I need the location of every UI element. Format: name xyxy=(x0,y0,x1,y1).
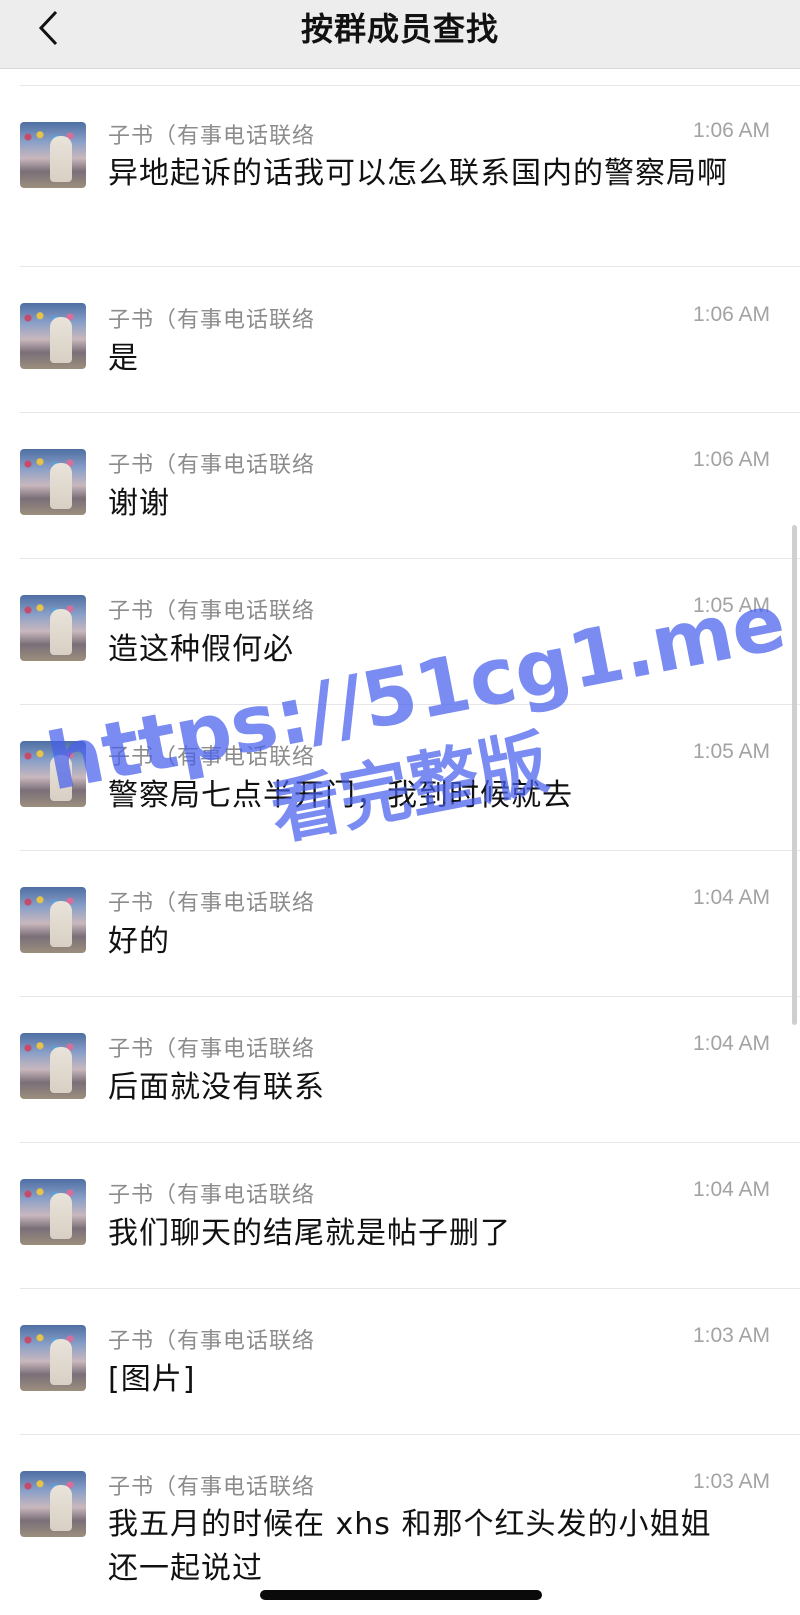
sender-name: 子书（有事电话联络 xyxy=(108,1329,316,1354)
home-indicator[interactable] xyxy=(260,1590,542,1600)
avatar[interactable] xyxy=(20,122,86,188)
sender-name: 子书（有事电话联络 xyxy=(108,1183,316,1208)
message-row[interactable]: 子书（有事电话联络 1:03 AM 我五月的时候在 xhs 和那个红头发的小姐姐… xyxy=(0,1435,800,1615)
message-row[interactable]: 子书（有事电话联络 1:06 AM 是 xyxy=(0,267,800,412)
avatar[interactable] xyxy=(20,1471,86,1537)
message-text: 后面就没有联系 xyxy=(108,1070,325,1105)
sender-name: 子书（有事电话联络 xyxy=(108,1475,316,1500)
message-row[interactable]: 子书（有事电话联络 1:05 AM 造这种假何必 xyxy=(0,559,800,704)
message-time: 1:05 AM xyxy=(692,594,770,617)
message-text: 我们聊天的结尾就是帖子删了 xyxy=(108,1216,511,1251)
message-text: 是 xyxy=(108,341,139,376)
message-text: 谢谢 xyxy=(108,486,170,521)
page-title: 按群成员查找 xyxy=(300,10,499,48)
message-row[interactable]: 子书（有事电话联络 1:04 AM 后面就没有联系 xyxy=(0,997,800,1142)
message-row[interactable]: 子书（有事电话联络 1:04 AM 好的 xyxy=(0,851,800,996)
message-time: 1:03 AM xyxy=(692,1470,770,1493)
navigation-bar: 按群成员查找 xyxy=(0,0,800,69)
message-row[interactable]: 子书（有事电话联络 1:06 AM 异地起诉的话我可以怎么联系国内的警察局啊 xyxy=(0,86,800,266)
message-text: [图片] xyxy=(108,1362,196,1397)
avatar[interactable] xyxy=(20,887,86,953)
message-time: 1:04 AM xyxy=(692,1178,770,1201)
scrollbar[interactable] xyxy=(792,525,797,1025)
message-time: 1:06 AM xyxy=(692,303,770,326)
avatar[interactable] xyxy=(20,1325,86,1391)
message-row[interactable]: 子书（有事电话联络 1:03 AM [图片] xyxy=(0,1289,800,1434)
sender-name: 子书（有事电话联络 xyxy=(108,1037,316,1062)
message-text: 我五月的时候在 xhs 和那个红头发的小姐姐还一起说过 xyxy=(108,1507,712,1586)
message-text: 警察局七点半开门，我到时候就去 xyxy=(108,778,573,813)
message-time: 1:05 AM xyxy=(692,740,770,763)
avatar[interactable] xyxy=(20,303,86,369)
message-row[interactable]: 子书（有事电话联络 1:06 AM 谢谢 xyxy=(0,413,800,558)
sender-name: 子书（有事电话联络 xyxy=(108,124,316,149)
sender-name: 子书（有事电话联络 xyxy=(108,308,316,333)
sender-name: 子书（有事电话联络 xyxy=(108,599,316,624)
message-time: 1:04 AM xyxy=(692,1032,770,1055)
message-time: 1:06 AM xyxy=(692,448,770,471)
avatar[interactable] xyxy=(20,1033,86,1099)
avatar[interactable] xyxy=(20,595,86,661)
message-text: 造这种假何必 xyxy=(108,632,294,667)
message-row[interactable]: 子书（有事电话联络 1:05 AM 警察局七点半开门，我到时候就去 xyxy=(0,705,800,850)
avatar[interactable] xyxy=(20,449,86,515)
message-text: 异地起诉的话我可以怎么联系国内的警察局啊 xyxy=(108,156,728,191)
message-text: 好的 xyxy=(108,924,170,959)
sender-name: 子书（有事电话联络 xyxy=(108,891,316,916)
sender-name: 子书（有事电话联络 xyxy=(108,453,316,478)
message-time: 1:04 AM xyxy=(692,886,770,909)
message-time: 1:03 AM xyxy=(692,1324,770,1347)
avatar[interactable] xyxy=(20,1179,86,1245)
sender-name: 子书（有事电话联络 xyxy=(108,745,316,770)
message-time: 1:06 AM xyxy=(692,119,770,142)
avatar[interactable] xyxy=(20,741,86,807)
message-row[interactable]: 子书（有事电话联络 1:04 AM 我们聊天的结尾就是帖子删了 xyxy=(0,1143,800,1288)
